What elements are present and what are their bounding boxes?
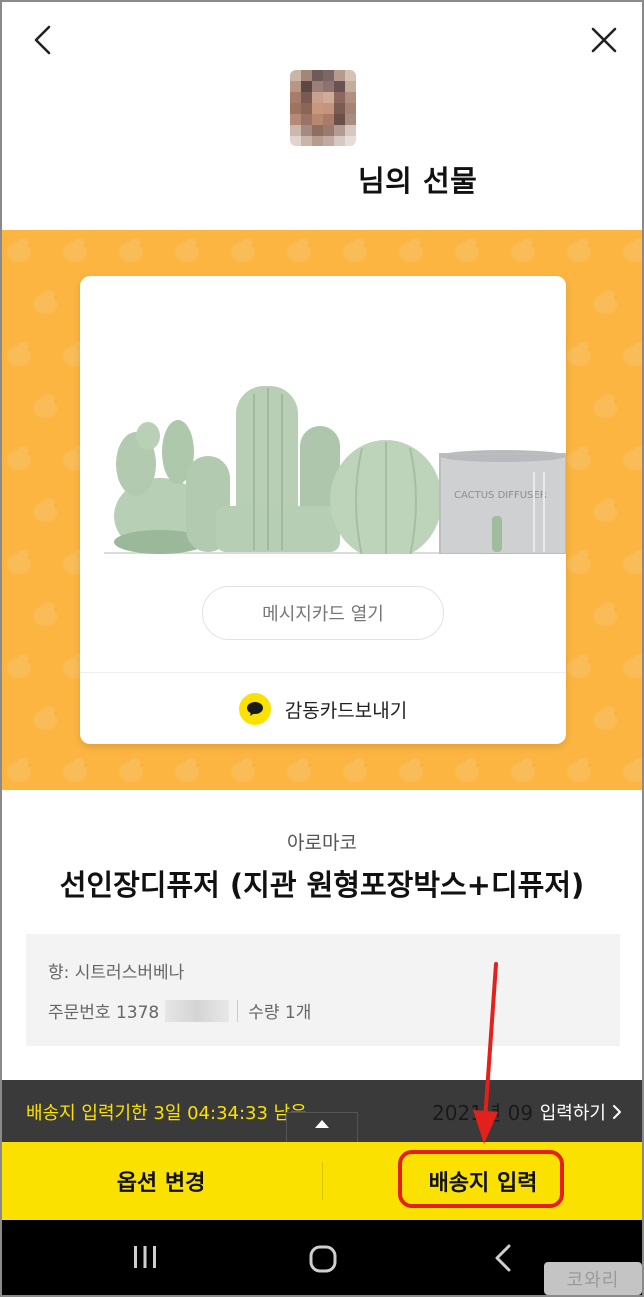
- chick-icon: [623, 342, 644, 366]
- caret-up-icon: [315, 1120, 329, 1128]
- chick-icon: [33, 602, 59, 626]
- header: 님의 선물: [0, 0, 644, 230]
- thanks-card-label: 감동카드보내기: [284, 699, 408, 722]
- thanks-card-button[interactable]: 감동카드보내기: [80, 674, 566, 744]
- quantity: 수량 1개: [248, 1003, 312, 1023]
- divider: [80, 672, 566, 673]
- chick-icon: [63, 238, 89, 262]
- chevron-left-icon: [34, 25, 51, 55]
- option-scent: 향: 시트러스버베나: [48, 963, 185, 983]
- input-link[interactable]: 입력하기: [540, 1099, 622, 1125]
- product-image: CACTUS DIFFUSER: [104, 276, 566, 554]
- chick-icon: [7, 550, 33, 574]
- recent-apps-button[interactable]: [128, 1240, 162, 1274]
- chick-icon: [593, 290, 619, 314]
- watermark: 코와리: [544, 1262, 642, 1295]
- chick-icon: [231, 238, 257, 262]
- chick-icon: [623, 654, 644, 678]
- chick-icon: [567, 758, 593, 782]
- chick-icon: [33, 706, 59, 730]
- arrow-annotation-icon: [473, 962, 498, 1144]
- input-link-label: 입력하기: [539, 1103, 606, 1124]
- watermark-text: 코와리: [566, 1269, 620, 1291]
- home-icon: [309, 1245, 337, 1273]
- deadline-text: 배송지 입력기한 3일 04:34:33 남음: [26, 1103, 307, 1124]
- chick-icon: [7, 758, 33, 782]
- chick-icon: [511, 758, 537, 782]
- chick-icon: [119, 758, 145, 782]
- chick-icon: [567, 446, 593, 470]
- chick-icon: [593, 498, 619, 522]
- system-back-button[interactable]: [486, 1240, 520, 1276]
- back-icon: [495, 1244, 511, 1272]
- chick-icon: [7, 654, 33, 678]
- chick-icon: [455, 238, 481, 262]
- close-icon: [591, 27, 617, 53]
- chick-icon: [7, 446, 33, 470]
- chick-icon: [567, 342, 593, 366]
- chick-icon: [399, 758, 425, 782]
- gift-card: CACTUS DIFFUSER 메시지카드 열기 감동카드보내기: [80, 276, 566, 744]
- chick-icon: [7, 342, 33, 366]
- chevron-right-icon: [613, 1105, 621, 1119]
- chick-icon: [287, 758, 313, 782]
- brand-name: 아로마코: [287, 832, 357, 854]
- avatar: [290, 70, 356, 146]
- chick-icon: [567, 654, 593, 678]
- home-button[interactable]: [304, 1240, 342, 1278]
- chick-icon: [593, 602, 619, 626]
- chick-icon: [119, 238, 145, 262]
- highlight-annotation: [398, 1150, 564, 1208]
- chick-icon: [511, 238, 537, 262]
- chick-icon: [33, 498, 59, 522]
- chick-icon: [623, 550, 644, 574]
- chick-icon: [33, 290, 59, 314]
- chick-icon: [175, 238, 201, 262]
- option-box: 향: 시트러스버베나 주문번호 1378 수량 1개: [26, 934, 620, 1046]
- chick-icon: [455, 758, 481, 782]
- recent-apps-icon: [134, 1246, 156, 1268]
- chick-icon: [287, 238, 313, 262]
- chick-icon: [399, 238, 425, 262]
- order-info: 주문번호 1378 수량 1개: [48, 998, 311, 1023]
- option-change-button[interactable]: 옵션 변경: [0, 1142, 322, 1220]
- chick-icon: [231, 758, 257, 782]
- chick-icon: [593, 706, 619, 730]
- product-name: 선인장디퓨저 (지관 원형포장박스+디퓨저): [59, 868, 585, 902]
- masked-order-number: [165, 999, 230, 1022]
- order-number: 주문번호 1378: [48, 1003, 160, 1023]
- gift-banner: CACTUS DIFFUSER 메시지카드 열기 감동카드보내기: [0, 230, 644, 790]
- chat-bubble-icon: [238, 693, 271, 725]
- chick-icon: [7, 238, 33, 262]
- chick-icon: [623, 446, 644, 470]
- close-button[interactable]: [584, 20, 624, 60]
- message-card-button[interactable]: 메시지카드 열기: [202, 586, 444, 640]
- chick-icon: [623, 758, 644, 782]
- chick-icon: [567, 238, 593, 262]
- product-photo-text: CACTUS DIFFUSER: [454, 490, 547, 501]
- chick-icon: [567, 550, 593, 574]
- separator: [237, 999, 239, 1022]
- back-button[interactable]: [22, 20, 62, 60]
- chick-icon: [343, 758, 369, 782]
- scroll-up-button[interactable]: [286, 1112, 358, 1142]
- chick-icon: [33, 394, 59, 418]
- chick-icon: [593, 394, 619, 418]
- chick-icon: [175, 758, 201, 782]
- chick-icon: [343, 238, 369, 262]
- chick-icon: [63, 758, 89, 782]
- chick-icon: [623, 238, 644, 262]
- gift-title: 님의 선물: [358, 164, 478, 198]
